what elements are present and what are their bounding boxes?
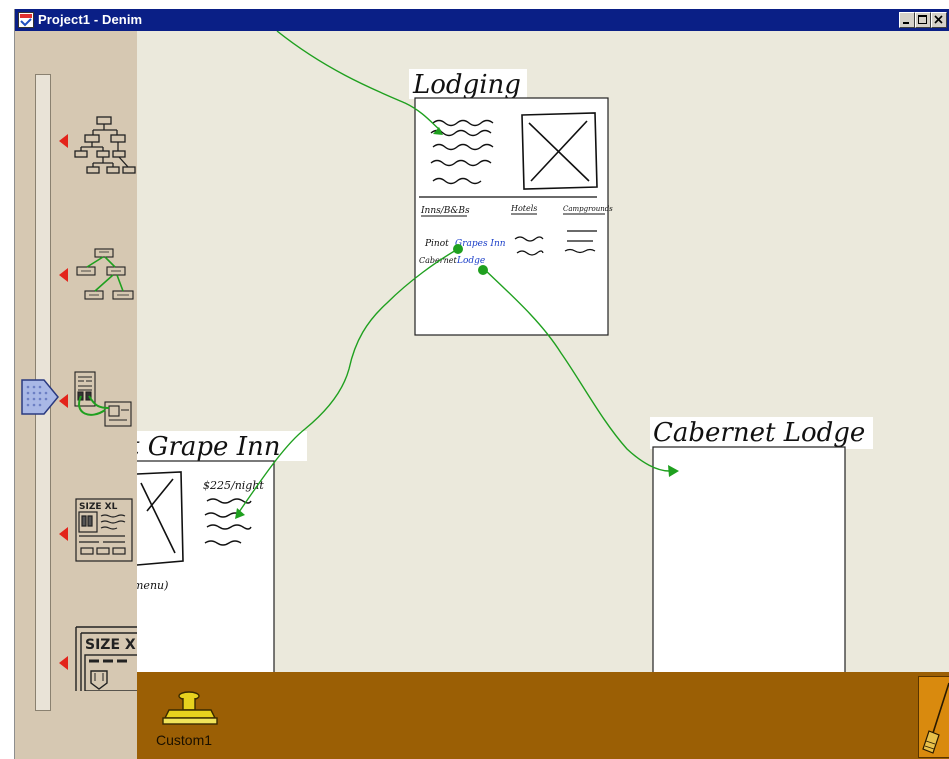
inns-column-label: Inns/B&Bs (420, 206, 470, 216)
zoom-slider-panel: SIZE XL SIZE X (15, 31, 139, 759)
link-anchor-grape-inn[interactable] (453, 244, 463, 254)
svg-text:SIZE XL: SIZE XL (79, 502, 118, 512)
maximize-icon (918, 15, 927, 24)
cabernet-lodge-title: Cabernet Lodge (653, 418, 865, 448)
broom-icon (922, 682, 949, 754)
level-marker-icon (59, 134, 68, 148)
campgrounds-column-label: Campgrounds (563, 205, 613, 213)
page-view-icon[interactable]: SIZE XL (73, 496, 139, 566)
level-marker-icon (59, 268, 68, 282)
zoom-slider-thumb[interactable] (20, 377, 60, 417)
hotels-column-label: Hotels (510, 204, 537, 213)
maximize-button[interactable] (915, 12, 931, 28)
lodge-link-text[interactable]: Lodge (456, 256, 485, 266)
page-link-view-icon[interactable] (73, 366, 139, 436)
sitemap-view-icon[interactable] (73, 111, 139, 181)
minimize-button[interactable] (899, 12, 915, 28)
detail-view-icon[interactable]: SIZE X (73, 621, 139, 691)
grape-inn-title: t Grape Inn (137, 432, 280, 462)
storyboard-view-icon[interactable] (73, 243, 139, 313)
title-bar[interactable]: Project1 - Denim (15, 9, 949, 31)
level-marker-icon (59, 656, 68, 670)
lodging-title: Lodging (412, 70, 521, 100)
stamp-toolbar: Custom1 (137, 672, 949, 759)
app-icon (18, 12, 34, 28)
grape-inn-page[interactable] (137, 460, 275, 679)
svg-text:SIZE X: SIZE X (85, 637, 136, 653)
link-anchor-cabernet[interactable] (478, 265, 488, 275)
pinot-link-text[interactable]: Pinot (424, 239, 449, 249)
level-marker-icon (59, 394, 68, 408)
grape-inn-footer: menu) (137, 579, 168, 592)
level-marker-icon (59, 527, 68, 541)
cabernet-lodge-page[interactable] (652, 446, 846, 679)
stamp-label: Custom1 (156, 732, 213, 748)
window-title: Project1 - Denim (38, 12, 143, 27)
grape-inn-price: $225/night (203, 479, 264, 492)
close-button[interactable] (931, 12, 947, 28)
design-canvas[interactable]: Lodging Inns/B&Bs Hotels Campgrounds Pin… (137, 31, 949, 679)
minimize-icon (903, 22, 909, 24)
denim-window: Project1 - Denim SIZE XL SIZE X Lodging … (14, 9, 949, 759)
canvas-drawing: Lodging Inns/B&Bs Hotels Campgrounds Pin… (137, 31, 873, 679)
broom-tool[interactable] (918, 676, 949, 758)
close-icon (934, 15, 943, 24)
